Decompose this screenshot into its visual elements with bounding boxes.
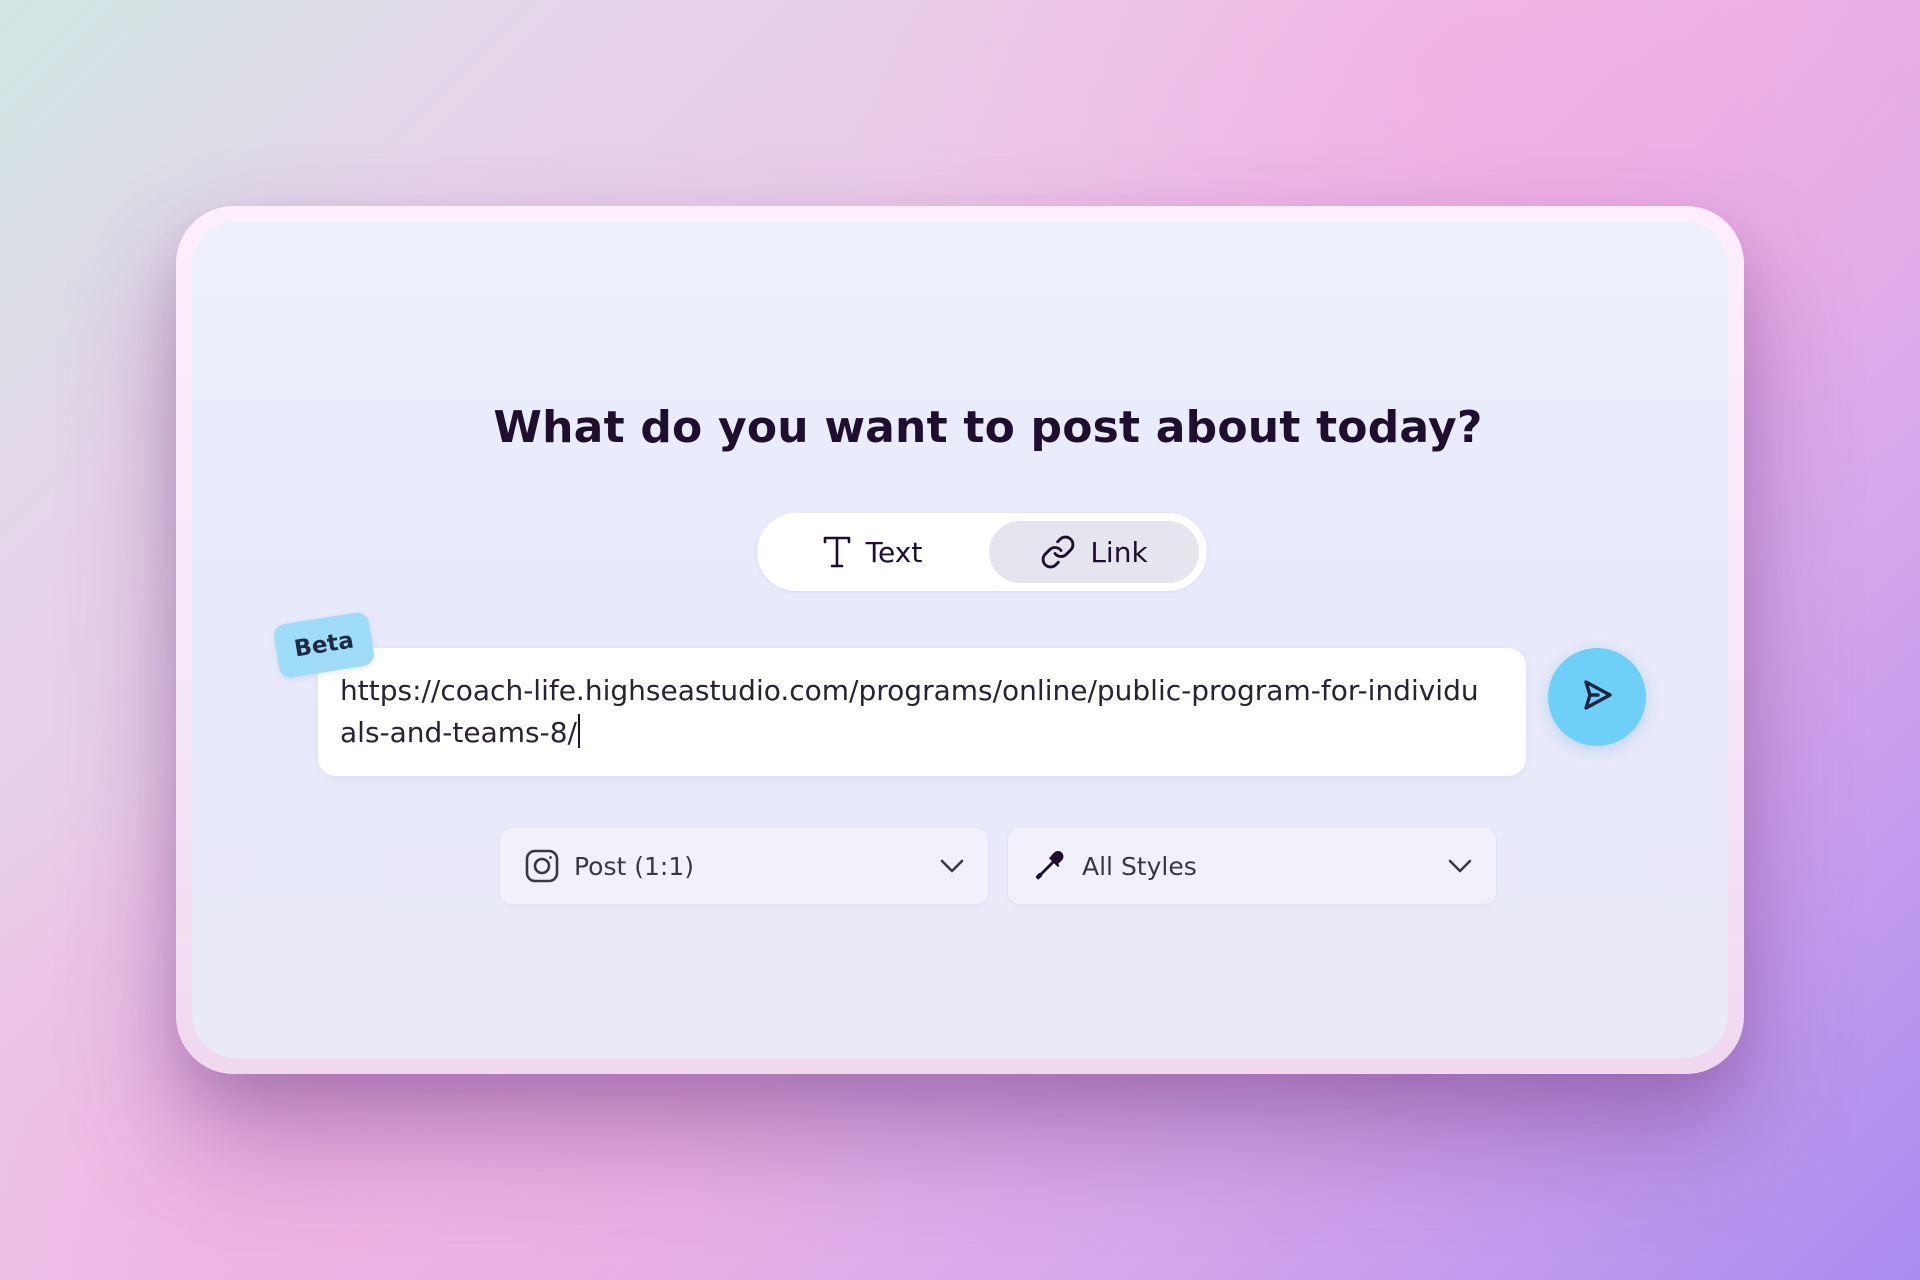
tab-text[interactable]: Text — [787, 521, 957, 583]
page-title: What do you want to post about today? — [493, 402, 1483, 453]
format-dropdown[interactable]: Post (1:1) — [500, 828, 988, 904]
link-icon — [1040, 534, 1076, 570]
tab-link-label: Link — [1090, 535, 1148, 569]
send-arrow-icon — [1577, 675, 1617, 719]
eyedropper-icon — [1032, 848, 1068, 884]
mode-toggle: Text Link — [757, 513, 1207, 591]
tab-link[interactable]: Link — [989, 521, 1199, 583]
send-button[interactable] — [1548, 648, 1646, 746]
instagram-icon — [524, 848, 560, 884]
text-type-icon — [822, 535, 852, 569]
style-dropdown[interactable]: All Styles — [1008, 828, 1496, 904]
chevron-down-icon — [940, 859, 964, 873]
link-input[interactable]: https://coach-life.highseastudio.com/pro… — [318, 648, 1526, 776]
link-input-value: https://coach-life.highseastudio.com/pro… — [340, 674, 1479, 749]
tab-text-label: Text — [865, 535, 923, 569]
format-dropdown-value: Post (1:1) — [574, 851, 694, 881]
text-caret — [578, 714, 580, 748]
composer-card: What do you want to post about today? Te… — [192, 222, 1728, 1058]
style-dropdown-value: All Styles — [1082, 851, 1197, 881]
chevron-down-icon — [1448, 859, 1472, 873]
composer-card-frame: What do you want to post about today? Te… — [176, 206, 1744, 1074]
